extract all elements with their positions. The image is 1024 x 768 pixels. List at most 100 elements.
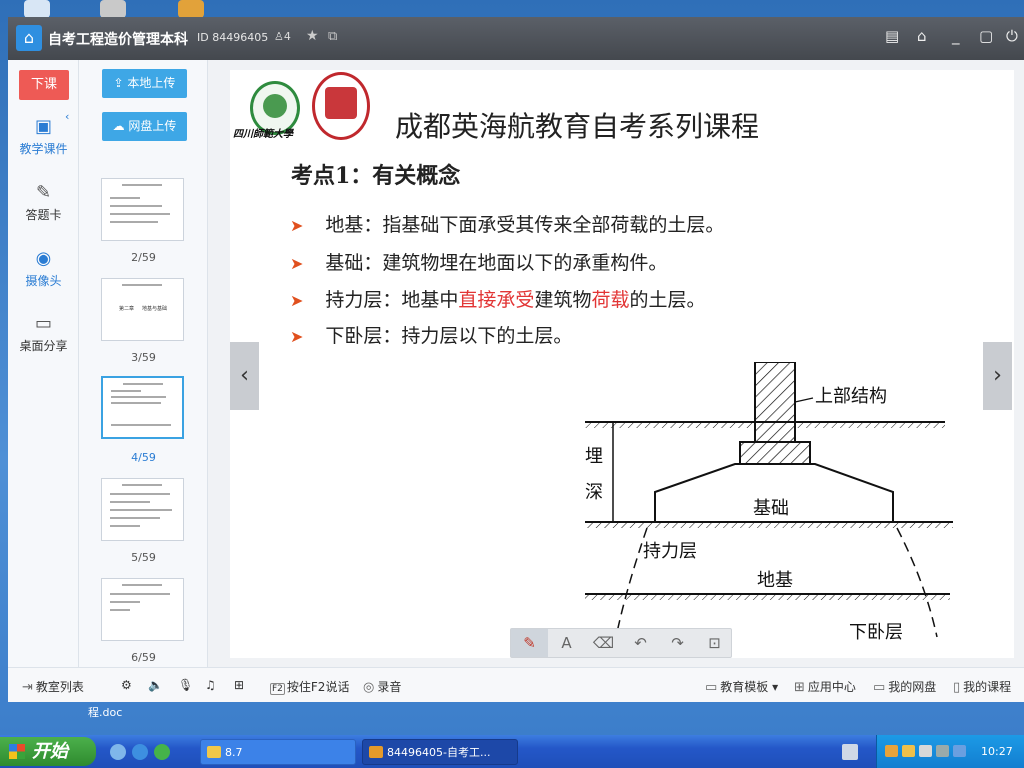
settings-gear-icon[interactable]: ⚙ (121, 678, 132, 692)
redo-icon[interactable]: ↷ (659, 629, 696, 657)
edu-template-button[interactable]: ▭ 教育模板 ▾ (705, 678, 778, 695)
eraser-icon[interactable]: ⌫ (585, 629, 622, 657)
end-class-button[interactable]: 下课 (19, 70, 69, 100)
bullet-text: 下卧层：持力层以下的土层。 (325, 325, 573, 347)
next-slide-button[interactable]: › (983, 342, 1012, 410)
app-center-label: 应用中心 (807, 680, 856, 694)
label-foundation: 基础 (753, 498, 789, 519)
bullet-arrow-icon: ➤ (290, 327, 304, 346)
notes-icon[interactable]: ▤ (885, 27, 899, 45)
push-to-talk-button[interactable]: F2 按住F2说话 (270, 678, 349, 695)
prev-slide-button[interactable]: ‹ (230, 342, 259, 410)
cloud-upload-button[interactable]: ☁ 网盘上传 (102, 112, 187, 141)
lock-icon[interactable]: ⊡ (696, 629, 733, 657)
slide-thumb[interactable]: 第二章 地基与基础 (101, 278, 184, 341)
app-center-button[interactable]: ⊞ 应用中心 (794, 678, 856, 695)
thumb-line (110, 525, 140, 527)
user-count: ♙4 (274, 30, 291, 43)
thumb-line (110, 501, 150, 503)
bullet-text: 地基：指基础下面承受其传来全部荷载的土层。 (325, 214, 725, 236)
title-bar: ⌂ 自考工程造价管理本科 ID 84496405 ♙4 ★ ⧉ ▤ ⌂ _ ▢ … (8, 17, 1024, 60)
thumb-line (110, 593, 170, 595)
slide-subtitle: 考点1：有关概念 (291, 163, 461, 189)
text-tool-icon[interactable]: A (548, 629, 585, 657)
thumb-line (110, 601, 140, 603)
exit-icon: ⇥ (22, 680, 33, 695)
label-depth-1: 埋 (585, 446, 603, 467)
windows-flag-icon (9, 744, 25, 759)
volume-icon[interactable] (919, 745, 932, 757)
label-upper-structure: 上部结构 (815, 386, 887, 407)
label-subgrade: 地基 (757, 570, 793, 591)
slide-thumb[interactable] (101, 578, 184, 641)
share-link-icon[interactable]: ⧉ (328, 29, 337, 44)
browser-icon[interactable] (154, 744, 170, 760)
thumb-line (110, 205, 162, 207)
local-upload-button[interactable]: ⇪ 本地上传 (102, 69, 187, 98)
record-icon: ◎ (363, 680, 375, 695)
thumb-line (111, 390, 141, 392)
taskbar-item-app[interactable]: 84496405-自考工... (362, 739, 518, 765)
favorite-star-icon[interactable]: ★ (306, 28, 319, 44)
my-drive-button[interactable]: ▭ 我的网盘 (873, 678, 936, 695)
bullet-arrow-icon: ➤ (290, 216, 304, 235)
thumb-line (110, 509, 172, 511)
mixer-icon[interactable]: ⊞ (234, 678, 244, 692)
left-nav: 下课 ‹ ▣ 教学课件 ✎ 答题卡 ◉ 摄像头 ▭ 桌面分享 (8, 60, 79, 667)
label-bearing-layer: 持力层 (643, 541, 697, 562)
my-courses-button[interactable]: ▯ 我的课程 (953, 678, 1011, 695)
taskbar: 开始 8.7 84496405-自考工... 10:27 (0, 735, 1024, 768)
minimize-icon[interactable]: _ (952, 27, 960, 45)
settings-icon[interactable]: ⌂ (917, 27, 927, 45)
nav-camera[interactable]: ◉ 摄像头 (8, 248, 79, 289)
desktop-file-label[interactable]: 程.doc (88, 704, 122, 720)
taskbar-item-folder[interactable]: 8.7 (200, 739, 356, 765)
power-icon[interactable]: ⏻ (1006, 27, 1018, 45)
undo-icon[interactable]: ↶ (622, 629, 659, 657)
pen-tool-icon[interactable]: ✎ (511, 629, 548, 657)
nav-answer-card[interactable]: ✎ 答题卡 (8, 182, 79, 223)
thumb-line (122, 584, 162, 586)
nav-desktop-share[interactable]: ▭ 桌面分享 (8, 313, 79, 354)
slide-thumb-selected[interactable] (101, 376, 184, 439)
slide-thumb[interactable] (101, 178, 184, 241)
my-drive-label: 我的网盘 (888, 680, 937, 694)
start-button[interactable]: 开始 (0, 737, 96, 766)
speaker-icon[interactable]: 🔈 (148, 678, 163, 692)
record-button[interactable]: ◎ 录音 (363, 678, 401, 695)
tray-app-icon[interactable] (953, 745, 966, 757)
room-id: ID 84496405 (197, 31, 269, 44)
slide-thumb[interactable] (101, 478, 184, 541)
desktop-icon[interactable] (100, 0, 126, 18)
drive-icon: ▭ (873, 680, 886, 695)
answer-card-icon: ✎ (35, 182, 52, 203)
tray-app-icon[interactable] (885, 745, 898, 757)
nav-courseware[interactable]: ▣ 教学课件 (8, 116, 79, 157)
tray-app-icon[interactable] (936, 745, 949, 757)
cloud-icon: ☁ (112, 119, 129, 133)
slide-area: ‹ › ‹ › 四川師範大學 成都英海航教育自考系列课程 考点1：有关概念 ➤ 地… (208, 60, 1024, 667)
local-upload-label: 本地上传 (127, 76, 176, 90)
maximize-icon[interactable]: ▢ (979, 27, 993, 45)
slide-title: 成都英海航教育自考系列课程 (395, 110, 760, 143)
thumb-line (110, 517, 160, 519)
f2-key-icon: F2 (270, 683, 285, 695)
desktop-icon[interactable] (24, 0, 50, 18)
slide-canvas: ‹ › 四川師範大學 成都英海航教育自考系列课程 考点1：有关概念 ➤ 地基：指基… (230, 70, 1014, 658)
thumb-line (111, 424, 171, 426)
foundation-diagram: 上部结构 埋 深 基础 持力层 地基 下卧层 (585, 362, 953, 643)
classroom-list-button[interactable]: ⇥ 教室列表 (22, 678, 84, 695)
label-depth-2: 深 (585, 482, 603, 503)
tray-app-icon[interactable] (902, 745, 915, 757)
home-icon[interactable]: ⌂ (16, 25, 42, 51)
bottom-bar: ⇥ 教室列表 ⚙ 🔈 🎙 ♫ ⊞ F2 按住F2说话 ◎ 录音 ▭ 教育模板 ▾ ⊞ 应用… (8, 667, 1024, 702)
microphone-icon[interactable]: 🎙 (178, 678, 193, 692)
thumb-line (110, 609, 130, 611)
music-icon[interactable]: ♫ (205, 678, 216, 692)
thumb-label: 3/59 (131, 351, 156, 364)
thumbnail-panel: ⇪ 本地上传 ☁ 网盘上传 2/59 第二章 地基与基础 3/59 4/59 5… (79, 60, 208, 667)
keyboard-icon[interactable] (842, 744, 858, 760)
quicklaunch-icon[interactable] (110, 744, 126, 760)
ie-icon[interactable] (132, 744, 148, 760)
desktop-icon[interactable] (178, 0, 204, 18)
